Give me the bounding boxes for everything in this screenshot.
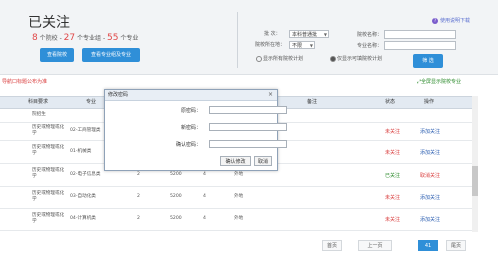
chevron-down-icon: ▼: [309, 43, 313, 48]
status-badge: 未关注: [385, 217, 401, 223]
status-badge: 未关注: [385, 195, 401, 201]
col-action: 操作: [424, 99, 435, 105]
pager-prev[interactable]: 上一页: [358, 240, 392, 251]
col-subject: 科目要求: [28, 99, 49, 105]
group-count-label: 个专业组 -: [77, 35, 106, 42]
help-download-label: 使用说明下载: [440, 18, 471, 24]
close-icon[interactable]: ×: [268, 90, 273, 100]
cell-major: 02-工商管理类: [70, 128, 101, 133]
pager-last[interactable]: 尾页: [446, 240, 466, 251]
location-label: 院校所在地：: [255, 42, 286, 48]
new-password-input[interactable]: [209, 123, 287, 131]
pager-current[interactable]: 41: [418, 240, 438, 251]
cell-note: 外地: [234, 172, 244, 177]
school-name-label: 院校名称：: [357, 32, 383, 38]
major-name-label: 专业名称：: [357, 43, 383, 49]
dialog-title: 修改密码: [108, 92, 129, 98]
radio-all-label: 显示所有院校计划: [263, 56, 304, 62]
cell-subject: 历史或物理或化学: [32, 168, 65, 179]
col-major: 专业: [86, 99, 97, 105]
cell-subject: 历史或物理或化学: [32, 125, 65, 136]
cell-years: 4: [203, 172, 206, 177]
confirm-change-button[interactable]: 确认修改: [220, 156, 251, 166]
school-name-input[interactable]: [384, 30, 456, 39]
cell-count: 2: [137, 172, 140, 177]
col-status: 状态: [385, 99, 396, 105]
pager-first[interactable]: 首页: [322, 240, 342, 251]
cell-fee: 5200: [170, 172, 182, 177]
location-select[interactable]: 不限 ▼: [289, 41, 315, 49]
follow-button[interactable]: 添加关注: [420, 149, 440, 156]
cell-note: 外地: [234, 216, 244, 221]
cell-count: 2: [137, 216, 140, 221]
major-count-label: 个专业: [120, 35, 139, 42]
radio-all-plans[interactable]: 显示所有院校计划: [256, 55, 303, 62]
fullscreen-link[interactable]: ⤢全屏显示院校专业: [417, 78, 461, 85]
cancel-button[interactable]: 取消: [254, 156, 272, 166]
cell-fee: 5200: [170, 216, 182, 221]
cell-major: 04-计算机类: [70, 216, 96, 221]
view-schools-button[interactable]: 查看院校: [40, 48, 74, 62]
group-count: 27: [63, 33, 76, 43]
cell-major: 01-机械类: [70, 149, 92, 154]
cell-years: 4: [203, 216, 206, 221]
school-count-label: 个院校 -: [39, 35, 62, 42]
status-badge: 未关注: [385, 150, 401, 156]
chevron-down-icon: ▼: [323, 32, 327, 37]
cell-fee: 5200: [170, 194, 182, 199]
old-password-input[interactable]: [209, 106, 287, 114]
col-note: 备注: [307, 99, 318, 105]
fullscreen-label: 全屏显示院校专业: [421, 79, 462, 85]
radio-circle: [256, 55, 262, 62]
cell-major: 02-电子信息类: [70, 172, 101, 177]
filter-button[interactable]: 筛 选: [413, 54, 443, 68]
help-download-link[interactable]: ? 使用说明下载: [432, 17, 470, 24]
follow-button[interactable]: 添加关注: [420, 128, 440, 135]
radio-valid-plans[interactable]: 仅显示可填院校计划: [330, 55, 382, 62]
unfollow-button[interactable]: 取消关注: [420, 172, 440, 179]
follow-button[interactable]: 添加关注: [420, 216, 440, 223]
batch-select[interactable]: 本科普通批 ▼: [289, 30, 329, 38]
follow-counts: 8 个院校 - 27 个专业组 - 55 个专业: [32, 33, 138, 43]
cell-note: 外地: [234, 194, 244, 199]
status-badge: 已关注: [385, 173, 401, 179]
confirm-password-label: 确认密码：: [175, 142, 201, 148]
table-row: 历史或物理或化学 04-计算机类 2 5200 4 外地 未关注 添加关注: [0, 208, 472, 231]
status-badge: 未关注: [385, 129, 401, 135]
question-icon: ?: [432, 17, 438, 24]
scrollbar-thumb[interactable]: [472, 166, 478, 196]
school-count: 8: [32, 33, 38, 43]
cell-major: 03-自动化类: [70, 194, 96, 199]
radio-circle-selected: [330, 55, 336, 62]
cell-subject: 院招生: [32, 112, 46, 117]
dialog-header: 修改密码 ×: [105, 90, 277, 101]
confirm-password-input[interactable]: [209, 140, 287, 148]
cell-subject: 历史或物理或化学: [32, 191, 65, 202]
follow-button[interactable]: 添加关注: [420, 194, 440, 201]
batch-label: 批 次：: [264, 31, 281, 37]
cell-count: 2: [137, 194, 140, 199]
view-groups-button[interactable]: 查看专业组及专业: [82, 48, 140, 62]
page-title: 已关注: [28, 15, 70, 31]
change-password-dialog: 修改密码 × 原密码： 新密码： 确认密码： 确认修改 取消: [104, 89, 287, 171]
batch-select-value: 本科普通批: [292, 32, 318, 38]
radio-valid-label: 仅显示可填院校计划: [337, 56, 383, 62]
major-name-input[interactable]: [384, 41, 456, 50]
new-password-label: 新密码：: [180, 125, 201, 131]
cell-years: 4: [203, 194, 206, 199]
cell-subject: 历史或物理或化学: [32, 213, 65, 224]
table-scrollbar[interactable]: [472, 96, 478, 232]
location-select-value: 不限: [292, 43, 303, 49]
cell-subject: 历史或物理或化学: [32, 145, 65, 156]
old-password-label: 原密码：: [180, 108, 201, 114]
table-row: 历史或物理或化学 03-自动化类 2 5200 4 外地 未关注 添加关注: [0, 186, 472, 209]
major-count: 55: [107, 33, 119, 43]
notice-link[interactable]: 导航口标题公布为准: [2, 78, 47, 85]
header-divider: [237, 12, 238, 68]
